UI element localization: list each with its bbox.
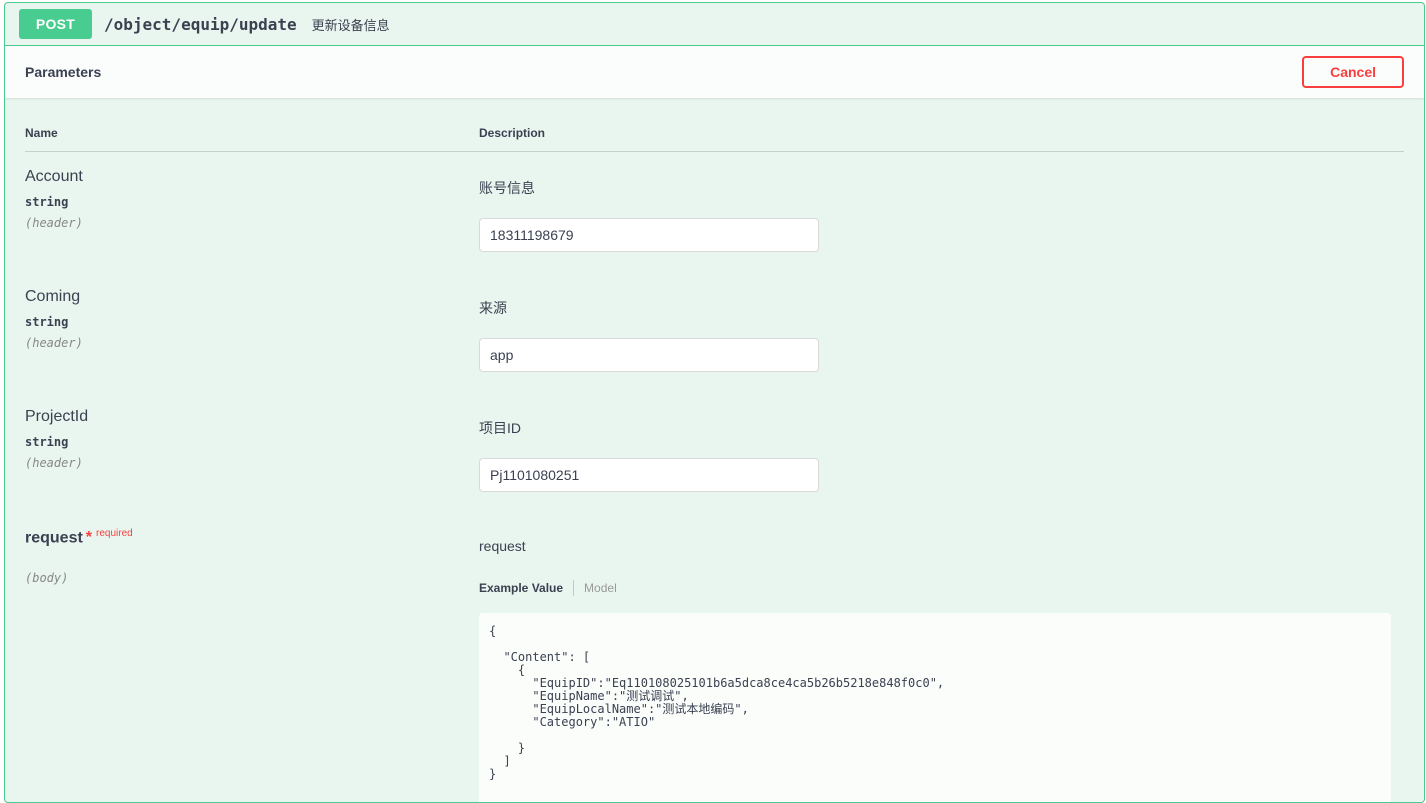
param-name-cell: ProjectId string (header) xyxy=(25,408,479,492)
parameters-table: Name Description Account string (header)… xyxy=(5,98,1424,803)
param-type: string xyxy=(25,195,479,209)
body-param-name: request xyxy=(25,529,83,546)
param-location: (header) xyxy=(25,216,479,230)
param-row-coming: Coming string (header) 来源 xyxy=(25,272,1404,392)
endpoint-path: /object/equip/update xyxy=(104,15,297,34)
param-description-cell: request Example Value Model { "Content":… xyxy=(479,528,1404,803)
required-label: required xyxy=(96,528,133,539)
example-model-tabs: Example Value Model xyxy=(479,580,1404,596)
param-row-account: Account string (header) 账号信息 xyxy=(25,152,1404,272)
required-star: * xyxy=(86,529,92,546)
param-description: 账号信息 xyxy=(479,178,1404,198)
param-name: request* required xyxy=(25,528,479,547)
body-example-textarea[interactable]: { "Content": [ { "EquipID":"Eq1101080251… xyxy=(479,613,1391,803)
operation-block: POST /object/equip/update 更新设备信息 Paramet… xyxy=(4,2,1425,803)
param-row-projectid: ProjectId string (header) 项目ID xyxy=(25,392,1404,512)
post-method-badge[interactable]: POST xyxy=(19,9,92,39)
coming-value-input[interactable] xyxy=(479,338,819,372)
param-name-cell: Account string (header) xyxy=(25,168,479,252)
param-description-cell: 项目ID xyxy=(479,408,1404,492)
param-description-cell: 来源 xyxy=(479,288,1404,372)
param-type: string xyxy=(25,315,479,329)
param-name-cell: Coming string (header) xyxy=(25,288,479,372)
param-description: 来源 xyxy=(479,298,1404,318)
param-description: request xyxy=(479,538,1404,554)
parameters-title: Parameters xyxy=(25,64,101,80)
account-value-input[interactable] xyxy=(479,218,819,252)
param-location: (header) xyxy=(25,456,479,470)
param-description: 项目ID xyxy=(479,418,1404,438)
param-description-cell: 账号信息 xyxy=(479,168,1404,252)
tab-model[interactable]: Model xyxy=(584,581,617,595)
cancel-button[interactable]: Cancel xyxy=(1302,56,1404,88)
endpoint-summary-bar[interactable]: POST /object/equip/update 更新设备信息 xyxy=(5,3,1424,46)
projectid-value-input[interactable] xyxy=(479,458,819,492)
param-name: ProjectId xyxy=(25,408,479,426)
tab-divider xyxy=(573,580,574,596)
param-name: Coming xyxy=(25,288,479,306)
param-location: (body) xyxy=(25,571,479,585)
param-name: Account xyxy=(25,168,479,186)
parameters-section-header: Parameters Cancel xyxy=(5,46,1424,98)
param-row-request-body: request*required (body) request Example … xyxy=(25,512,1404,803)
tab-example-value[interactable]: Example Value xyxy=(479,581,563,595)
param-location: (header) xyxy=(25,336,479,350)
table-header-row: Name Description xyxy=(25,126,1404,152)
column-header-description: Description xyxy=(479,126,1404,140)
param-type: string xyxy=(25,435,479,449)
param-name-cell: request* required (body) xyxy=(25,528,479,803)
column-header-name: Name xyxy=(25,126,479,140)
endpoint-description: 更新设备信息 xyxy=(312,15,390,34)
